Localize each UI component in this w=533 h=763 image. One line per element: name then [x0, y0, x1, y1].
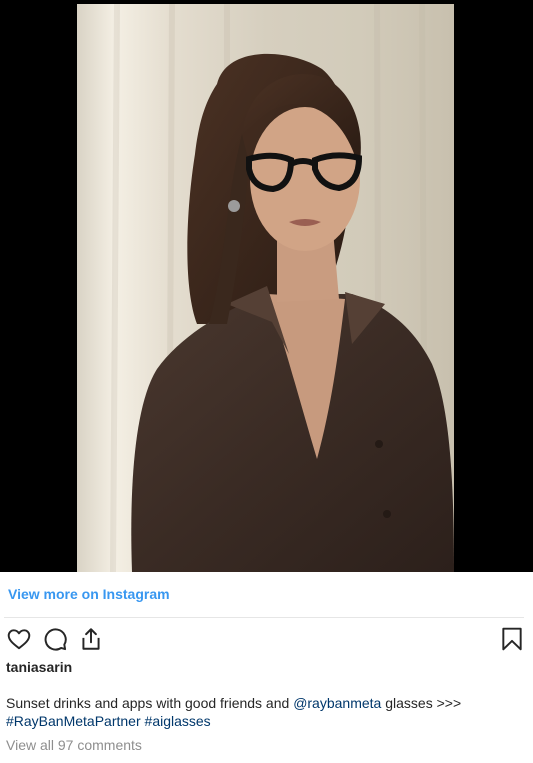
view-more-on-instagram-link[interactable]: View more on Instagram — [8, 586, 170, 602]
action-bar — [0, 624, 533, 652]
heart-icon[interactable] — [6, 626, 32, 652]
share-icon[interactable] — [78, 626, 104, 652]
instagram-embed: View more on Instagram taniasarin Sunset… — [0, 0, 533, 763]
hashtag-link[interactable]: #aiglasses — [145, 713, 211, 729]
post-media[interactable] — [0, 0, 533, 572]
mention-link[interactable]: @raybanmeta — [293, 695, 381, 711]
post-caption: Sunset drinks and apps with good friends… — [6, 694, 526, 730]
divider — [4, 617, 524, 618]
view-all-comments-link[interactable]: View all 97 comments — [6, 737, 142, 753]
caption-text-end: glasses >>> — [385, 695, 462, 711]
bookmark-icon[interactable] — [499, 626, 525, 652]
portrait-illustration — [77, 4, 454, 572]
hashtag-link[interactable]: #RayBanMetaPartner — [6, 713, 141, 729]
caption-text: Sunset drinks and apps with good friends… — [6, 695, 290, 711]
post-photo[interactable] — [77, 4, 454, 572]
post-username[interactable]: taniasarin — [6, 659, 72, 675]
comment-icon[interactable] — [42, 626, 68, 652]
